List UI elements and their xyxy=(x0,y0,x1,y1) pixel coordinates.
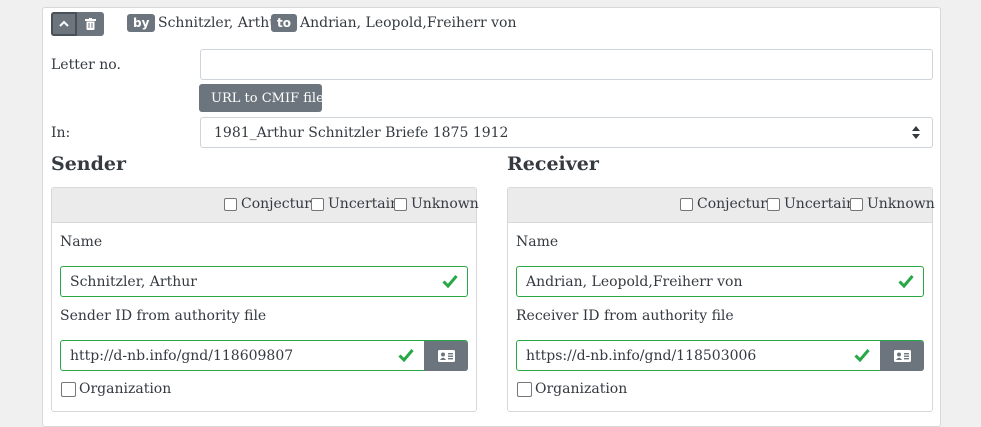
sender-panel: Conjecture Uncertain Unknown Name Schnit… xyxy=(51,187,479,412)
letter-no-label: Letter no. xyxy=(51,57,121,73)
collapse-button[interactable] xyxy=(51,12,77,36)
id-card-icon xyxy=(893,350,911,362)
in-select[interactable]: 1981_Arthur Schnitzler Briefe 1875 1912 xyxy=(200,117,933,148)
checkmark-icon xyxy=(898,275,914,288)
sender-conjecture-label: Conjecture xyxy=(241,196,320,212)
by-badge: by xyxy=(127,14,156,32)
receiver-name-label: Name xyxy=(516,234,559,250)
sender-uncertain-label: Uncertain xyxy=(328,196,400,212)
to-badge: to xyxy=(271,14,297,32)
header-sender-name: Schnitzler, Arthur xyxy=(158,15,285,31)
sender-unknown-checkbox[interactable] xyxy=(394,198,407,211)
checkmark-icon xyxy=(442,275,458,288)
sender-organization-label: Organization xyxy=(79,381,172,397)
sender-id-input[interactable]: http://d-nb.info/gnd/118609807 xyxy=(60,340,468,371)
sender-name-label: Name xyxy=(60,234,103,250)
in-select-value: 1981_Arthur Schnitzler Briefe 1875 1912 xyxy=(214,125,509,141)
checkmark-icon xyxy=(854,349,870,362)
receiver-uncertain-label: Uncertain xyxy=(784,196,856,212)
delete-button[interactable] xyxy=(77,12,104,36)
receiver-conjecture-label: Conjecture xyxy=(697,196,776,212)
receiver-unknown-label: Unknown xyxy=(867,196,935,212)
receiver-id-input[interactable]: https://d-nb.info/gnd/118503006 xyxy=(516,340,924,371)
sender-id-value: http://d-nb.info/gnd/118609807 xyxy=(70,348,294,364)
receiver-heading: Receiver xyxy=(507,153,599,175)
header-receiver-name: Andrian, Leopold,Freiherr von xyxy=(300,15,517,31)
receiver-flags: Conjecture Uncertain Unknown xyxy=(508,188,935,223)
receiver-name-value: Andrian, Leopold,Freiherr von xyxy=(526,274,743,290)
receiver-authority-lookup-button[interactable] xyxy=(880,341,924,371)
sender-uncertain-checkbox[interactable] xyxy=(311,198,324,211)
sender-name-input[interactable]: Schnitzler, Arthur xyxy=(60,266,468,297)
sender-unknown-label: Unknown xyxy=(411,196,479,212)
sender-authority-lookup-button[interactable] xyxy=(424,341,468,371)
letter-no-input[interactable] xyxy=(200,49,933,80)
checkmark-icon xyxy=(398,349,414,362)
receiver-unknown-checkbox[interactable] xyxy=(850,198,863,211)
receiver-conjecture-checkbox[interactable] xyxy=(680,198,693,211)
trash-icon xyxy=(85,18,96,30)
cmif-url-button[interactable]: URL to CMIF file xyxy=(199,84,324,112)
sender-organization-checkbox[interactable] xyxy=(61,382,76,397)
receiver-name-input[interactable]: Andrian, Leopold,Freiherr von xyxy=(516,266,924,297)
receiver-id-value: https://d-nb.info/gnd/118503006 xyxy=(526,348,757,364)
select-arrows-icon xyxy=(912,126,920,139)
sender-conjecture-checkbox[interactable] xyxy=(224,198,237,211)
chevron-up-icon xyxy=(59,20,69,27)
cmif-url-button-label: URL to CMIF file xyxy=(211,90,324,106)
in-label: In: xyxy=(51,125,71,141)
sender-flags: Conjecture Uncertain Unknown xyxy=(52,188,479,223)
receiver-id-label: Receiver ID from authority file xyxy=(516,308,734,324)
receiver-organization-label: Organization xyxy=(535,381,628,397)
sender-heading: Sender xyxy=(51,153,127,175)
sender-name-value: Schnitzler, Arthur xyxy=(70,274,197,290)
receiver-organization-checkbox[interactable] xyxy=(517,382,532,397)
receiver-panel: Conjecture Uncertain Unknown Name Andria… xyxy=(507,187,935,412)
sender-id-label: Sender ID from authority file xyxy=(60,308,267,324)
receiver-uncertain-checkbox[interactable] xyxy=(767,198,780,211)
id-card-icon xyxy=(437,350,455,362)
letter-card: by Schnitzler, Arthur to Andrian, Leopol… xyxy=(42,7,941,427)
